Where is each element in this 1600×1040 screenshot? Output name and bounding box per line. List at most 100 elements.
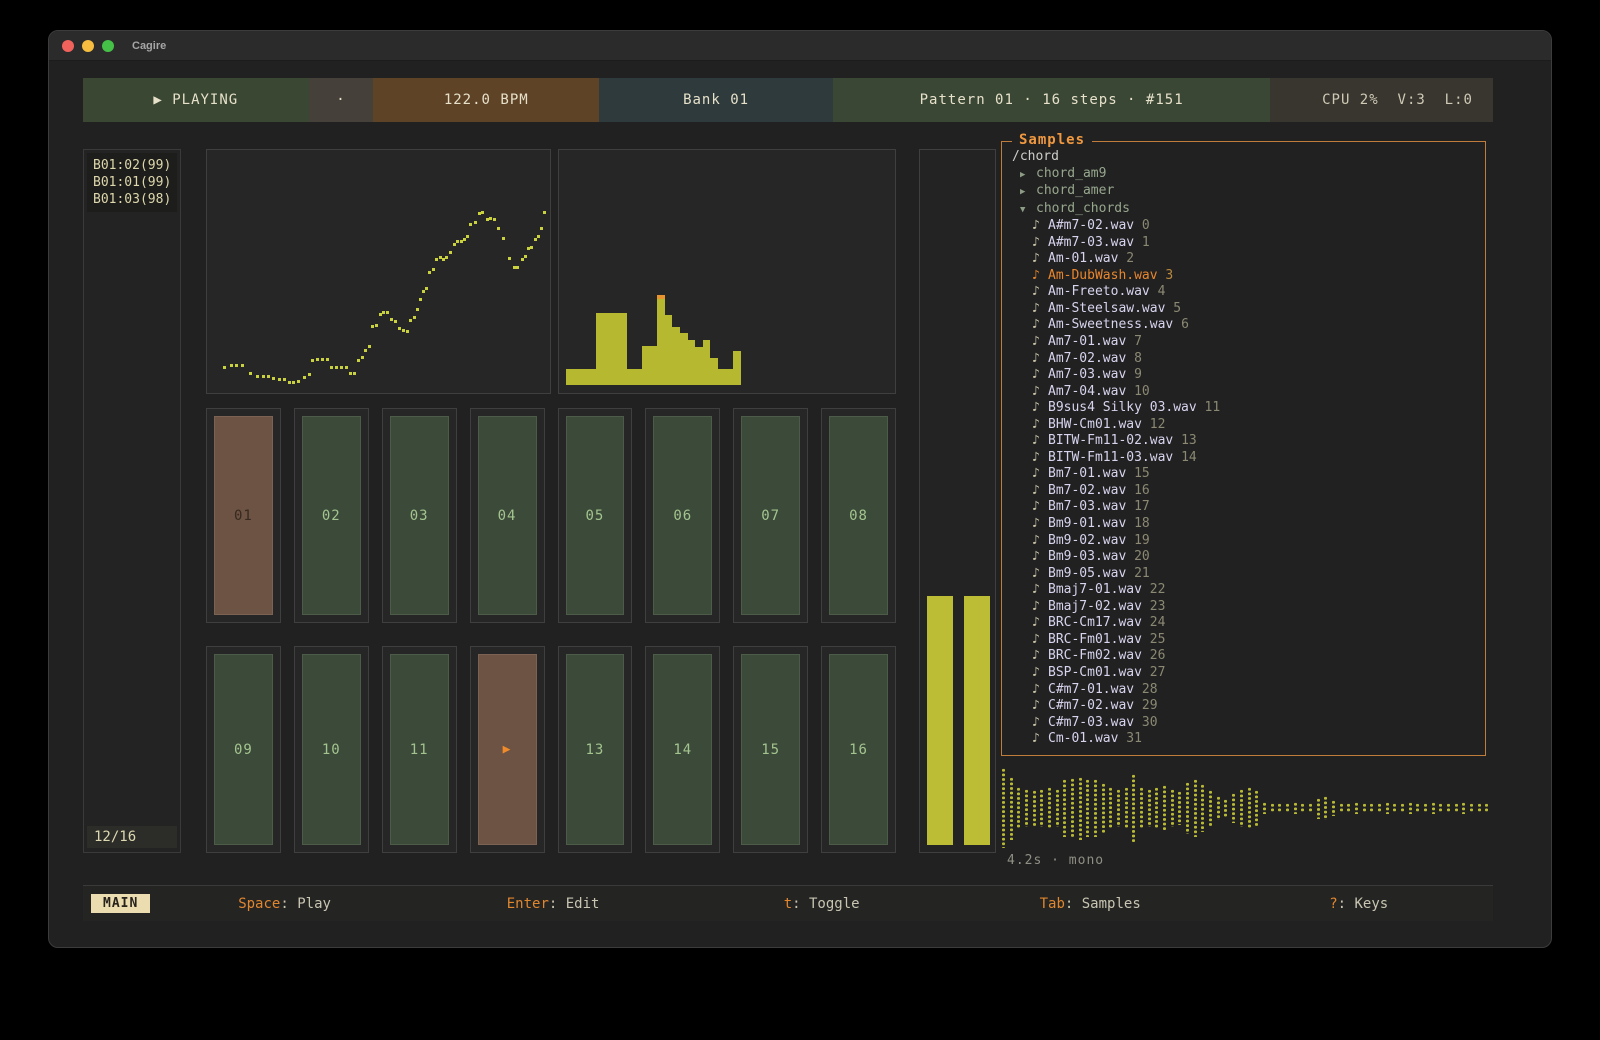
sample-row-13[interactable]: ♪BITW-Fm11-02.wav 13 bbox=[1012, 433, 1485, 450]
scatter-point bbox=[413, 316, 416, 319]
status-segment-metronome-dot: · bbox=[309, 78, 374, 122]
folder-row-chord_am9[interactable]: ▶chord_am9 bbox=[1012, 166, 1485, 184]
close-icon[interactable] bbox=[62, 40, 74, 52]
sample-row-19[interactable]: ♪Bm9-02.wav 19 bbox=[1012, 533, 1485, 550]
scatter-point bbox=[288, 381, 291, 384]
sample-row-16[interactable]: ♪Bm7-02.wav 16 bbox=[1012, 483, 1485, 500]
sample-row-2[interactable]: ♪Am-01.wav 2 bbox=[1012, 251, 1485, 268]
pad-06[interactable]: 06 bbox=[645, 408, 720, 623]
scatter-point bbox=[432, 268, 435, 271]
sample-row-22[interactable]: ♪Bmaj7-01.wav 22 bbox=[1012, 582, 1485, 599]
samples-path: /chord bbox=[1012, 149, 1485, 166]
pad-05[interactable]: 05 bbox=[558, 408, 633, 623]
pad-10[interactable]: 10 bbox=[294, 646, 369, 853]
pad-12[interactable]: ▶ bbox=[470, 646, 545, 853]
scatter-point bbox=[394, 320, 397, 323]
music-note-icon: ♪ bbox=[1032, 466, 1048, 483]
sample-index: 14 bbox=[1181, 450, 1197, 465]
sample-row-11[interactable]: ♪B9sus4 Silky 03.wav 11 bbox=[1012, 400, 1485, 417]
waveform-column bbox=[1270, 803, 1276, 813]
music-note-icon: ♪ bbox=[1032, 648, 1048, 665]
minimize-icon[interactable] bbox=[82, 40, 94, 52]
scatter-point bbox=[449, 251, 452, 254]
waveform-column bbox=[1262, 802, 1268, 815]
maximize-icon[interactable] bbox=[102, 40, 114, 52]
music-note-icon: ♪ bbox=[1032, 599, 1048, 616]
waveform-column bbox=[1001, 768, 1007, 848]
sample-row-0[interactable]: ♪A#m7-02.wav 0 bbox=[1012, 218, 1485, 235]
sample-row-8[interactable]: ♪Am7-02.wav 8 bbox=[1012, 351, 1485, 368]
sample-row-27[interactable]: ♪BSP-Cm01.wav 27 bbox=[1012, 665, 1485, 682]
sample-name: B9sus4 Silky 03.wav bbox=[1048, 400, 1205, 415]
sample-row-17[interactable]: ♪Bm7-03.wav 17 bbox=[1012, 499, 1485, 516]
waveform-column bbox=[1154, 787, 1160, 829]
folder-row-chord_chords[interactable]: ▼chord_chords bbox=[1012, 201, 1485, 219]
sample-row-9[interactable]: ♪Am7-03.wav 9 bbox=[1012, 367, 1485, 384]
scatter-point bbox=[521, 258, 524, 261]
sample-row-5[interactable]: ♪Am-Steelsaw.wav 5 bbox=[1012, 301, 1485, 318]
waveform-meta: 4.2s · mono bbox=[1007, 853, 1104, 868]
hint-key: Enter bbox=[507, 896, 549, 912]
pad-16[interactable]: 16 bbox=[821, 646, 896, 853]
sample-row-24[interactable]: ♪BRC-Cm17.wav 24 bbox=[1012, 615, 1485, 632]
sample-index: 23 bbox=[1150, 599, 1166, 614]
sample-name: Bmaj7-01.wav bbox=[1048, 582, 1150, 597]
sample-row-12[interactable]: ♪BHW-Cm01.wav 12 bbox=[1012, 417, 1485, 434]
music-note-icon: ♪ bbox=[1032, 615, 1048, 632]
sample-row-29[interactable]: ♪C#m7-02.wav 29 bbox=[1012, 698, 1485, 715]
sample-row-26[interactable]: ♪BRC-Fm02.wav 26 bbox=[1012, 648, 1485, 665]
sample-row-23[interactable]: ♪Bmaj7-02.wav 23 bbox=[1012, 599, 1485, 616]
sample-row-7[interactable]: ♪Am7-01.wav 7 bbox=[1012, 334, 1485, 351]
pad-14[interactable]: 14 bbox=[645, 646, 720, 853]
waveform-column bbox=[1139, 787, 1145, 829]
sample-row-14[interactable]: ♪BITW-Fm11-03.wav 14 bbox=[1012, 450, 1485, 467]
sample-row-6[interactable]: ♪Am-Sweetness.wav 6 bbox=[1012, 317, 1485, 334]
waveform-column bbox=[1108, 787, 1114, 829]
pad-08[interactable]: 08 bbox=[821, 408, 896, 623]
sample-row-10[interactable]: ♪Am7-04.wav 10 bbox=[1012, 384, 1485, 401]
scatter-point bbox=[321, 358, 324, 361]
sample-row-20[interactable]: ♪Bm9-03.wav 20 bbox=[1012, 549, 1485, 566]
music-note-icon: ♪ bbox=[1032, 268, 1048, 285]
pad-01[interactable]: 01 bbox=[206, 408, 281, 623]
title-bar: Cagire bbox=[49, 31, 1551, 61]
sample-row-25[interactable]: ♪BRC-Fm01.wav 25 bbox=[1012, 632, 1485, 649]
pad-15[interactable]: 15 bbox=[733, 646, 808, 853]
pad-11[interactable]: 11 bbox=[382, 646, 457, 853]
histogram-bar bbox=[680, 333, 688, 385]
sample-row-28[interactable]: ♪C#m7-01.wav 28 bbox=[1012, 682, 1485, 699]
sample-index: 25 bbox=[1150, 632, 1166, 647]
waveform-column bbox=[1216, 796, 1222, 820]
scatter-point bbox=[308, 373, 311, 376]
scatter-point bbox=[278, 378, 281, 381]
sample-row-30[interactable]: ♪C#m7-03.wav 30 bbox=[1012, 715, 1485, 732]
samples-list: /chord ▶chord_am9▶chord_amer▼chord_chord… bbox=[1002, 142, 1485, 748]
sample-row-31[interactable]: ♪Cm-01.wav 31 bbox=[1012, 731, 1485, 748]
waveform-column bbox=[1415, 803, 1421, 814]
waveform-column bbox=[1362, 803, 1368, 814]
pad-03[interactable]: 03 bbox=[382, 408, 457, 623]
music-note-icon: ♪ bbox=[1032, 533, 1048, 550]
music-note-icon: ♪ bbox=[1032, 301, 1048, 318]
sample-row-15[interactable]: ♪Bm7-01.wav 15 bbox=[1012, 466, 1485, 483]
sample-index: 12 bbox=[1150, 417, 1166, 432]
folder-row-chord_amer[interactable]: ▶chord_amer bbox=[1012, 183, 1485, 201]
sample-row-3[interactable]: ♪Am-DubWash.wav 3 bbox=[1012, 268, 1485, 285]
pad-02[interactable]: 02 bbox=[294, 408, 369, 623]
pad-04[interactable]: 04 bbox=[470, 408, 545, 623]
waveform-column bbox=[1300, 803, 1306, 813]
sample-row-21[interactable]: ♪Bm9-05.wav 21 bbox=[1012, 566, 1485, 583]
waveform-column bbox=[1385, 802, 1391, 814]
sample-row-18[interactable]: ♪Bm9-01.wav 18 bbox=[1012, 516, 1485, 533]
scatter-point bbox=[478, 212, 481, 215]
sample-row-1[interactable]: ♪A#m7-03.wav 1 bbox=[1012, 235, 1485, 252]
pad-07[interactable]: 07 bbox=[733, 408, 808, 623]
waveform-column bbox=[1400, 803, 1406, 814]
scatter-point bbox=[353, 372, 356, 375]
pad-09[interactable]: 09 bbox=[206, 646, 281, 853]
waveform-column bbox=[1431, 802, 1437, 814]
sample-row-4[interactable]: ♪Am-Freeto.wav 4 bbox=[1012, 284, 1485, 301]
sample-name: BRC-Fm01.wav bbox=[1048, 632, 1150, 647]
pad-13[interactable]: 13 bbox=[558, 646, 633, 853]
waveform-column bbox=[1392, 803, 1398, 813]
